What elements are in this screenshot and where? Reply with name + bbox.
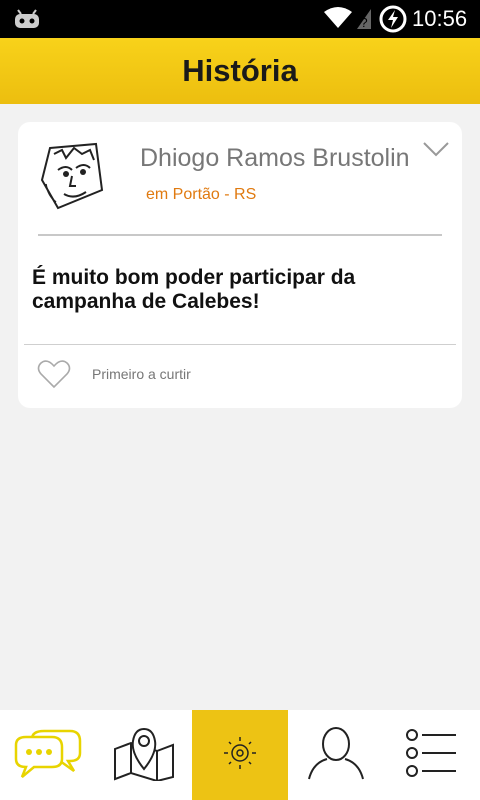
bottom-nav (0, 710, 480, 800)
status-bar: ? 10:56 (0, 0, 480, 38)
post-card: Dhiogo Ramos Brustolin em Portão - RS É … (18, 122, 462, 408)
no-sim-signal-icon: ? (355, 7, 373, 36)
post-message: É muito bom poder participar da campanha… (32, 266, 356, 313)
cyanogen-robot-icon (12, 6, 42, 35)
nav-chat[interactable] (0, 710, 96, 800)
svg-text:?: ? (360, 15, 367, 30)
list-icon (404, 728, 460, 783)
status-time: 10:56 (412, 6, 468, 31)
profile-icon (305, 725, 367, 786)
nav-location[interactable] (192, 710, 288, 800)
page-title: História (182, 53, 298, 88)
nav-map[interactable] (96, 710, 192, 800)
divider (24, 344, 456, 345)
app-bar: História (0, 38, 480, 104)
nav-list[interactable] (384, 710, 480, 800)
nav-profile[interactable] (288, 710, 384, 800)
post-location: em Portão - RS (146, 186, 257, 203)
heart-icon[interactable] (36, 358, 72, 390)
location-target-icon (222, 735, 258, 776)
wifi-icon (323, 6, 353, 35)
avatar[interactable] (36, 140, 106, 212)
battery-charging-icon (379, 5, 407, 38)
like-status: Primeiro a curtir (92, 366, 191, 382)
divider (38, 234, 442, 236)
chat-bubbles-icon (12, 725, 84, 786)
author-name[interactable]: Dhiogo Ramos Brustolin (140, 144, 410, 173)
map-pin-icon (109, 725, 179, 786)
chevron-down-icon[interactable] (422, 140, 450, 163)
